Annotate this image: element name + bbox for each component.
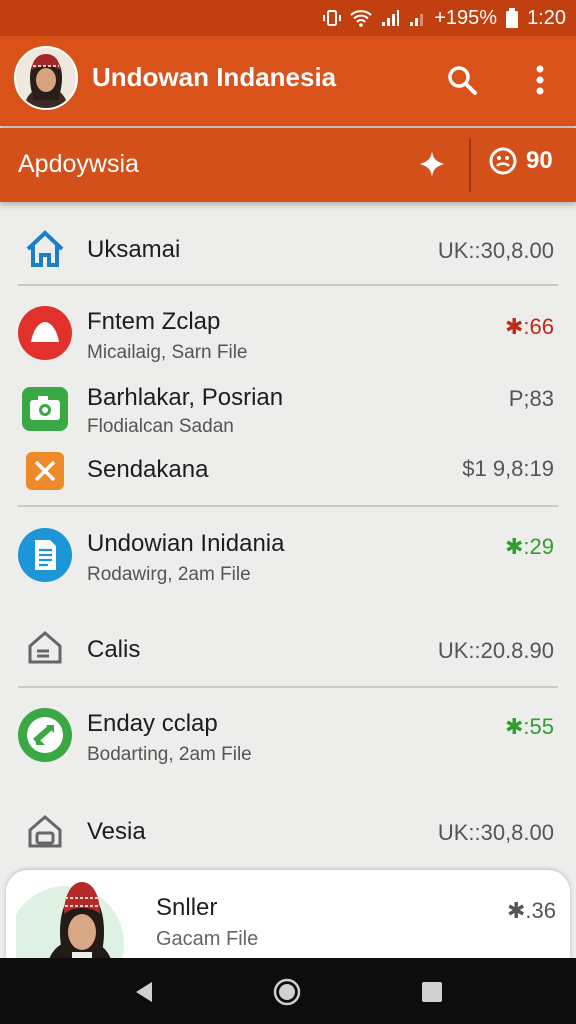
battery-icon (505, 7, 519, 29)
back-button[interactable] (124, 972, 164, 1012)
app-bar: Undowan Indanesia (0, 36, 576, 126)
signal-icon (380, 8, 400, 28)
face-icon (489, 147, 517, 175)
overflow-menu-button[interactable] (518, 58, 562, 102)
divider (18, 686, 558, 688)
back-icon (136, 982, 152, 1002)
item-title: Barhlakar, Posrian (87, 384, 284, 411)
list-item[interactable]: Vesia UK::30,8.00 (0, 804, 576, 860)
house-wallet-icon (18, 804, 72, 858)
item-subtitle: Bodarting, 2am File (87, 744, 252, 765)
house-outline-icon (18, 620, 72, 674)
item-amount: ✱:29 (504, 534, 554, 559)
more-vert-icon (536, 65, 544, 95)
section-title: Apdoywsia (18, 150, 139, 178)
list-item[interactable]: Barhlakar, Posrian Flodialcan Sadan P;83 (0, 380, 576, 442)
home-circle-icon (273, 978, 301, 1006)
item-title: Uksamai (87, 236, 181, 263)
clock: 1:20 (527, 6, 566, 29)
search-icon (448, 66, 477, 95)
item-title: Calis (87, 636, 141, 663)
close-square-icon (18, 444, 72, 498)
item-amount: UK::30,8.00 (437, 238, 554, 263)
list-item[interactable]: Enday cclap Bodarting, 2am File ✱:55 (0, 704, 576, 774)
divider (18, 284, 558, 286)
app-title: Undowan Indanesia (92, 62, 337, 92)
item-title: Fntem Zclap (87, 308, 221, 335)
list-item[interactable]: Calis UK::20.8.90 (0, 620, 576, 676)
item-amount: UK::20.8.90 (437, 638, 554, 663)
sync-icon (18, 708, 72, 762)
item-title: Vesia (87, 818, 146, 845)
card-subtitle: Gacam File (156, 928, 259, 950)
item-amount: $1 9,8:19 (462, 456, 554, 481)
item-title: Undowian Inidania (87, 530, 285, 557)
wifi-icon (350, 8, 372, 28)
recents-button[interactable] (412, 972, 452, 1012)
red-circle-icon (18, 306, 72, 360)
item-subtitle: Flodialcan Sadan (87, 416, 234, 437)
camera-icon (18, 382, 72, 436)
profile-photo (8, 874, 142, 970)
list-item[interactable]: Sendakana $1 9,8:19 (0, 446, 576, 494)
recents-icon (422, 982, 442, 1002)
toolbar-divider (469, 138, 471, 192)
search-button[interactable] (440, 58, 484, 102)
profile-count-button[interactable]: 90 (488, 146, 553, 176)
count-value: 90 (526, 147, 553, 174)
item-subtitle: Rodawirg, 2am File (87, 564, 251, 585)
item-amount: UK::30,8.00 (437, 820, 554, 845)
sparkle-plus-icon (420, 151, 444, 177)
list-item[interactable]: Undowian Inidania Rodawirg, 2am File ✱:2… (0, 522, 576, 592)
list-item[interactable]: Uksamai UK::30,8.00 (0, 218, 576, 282)
item-amount: P;83 (508, 386, 554, 411)
avatar[interactable] (14, 46, 78, 110)
sub-toolbar: Apdoywsia 90 (0, 128, 576, 202)
item-amount: ✱:55 (504, 714, 554, 739)
list-item[interactable]: Fntem Zclap Micailaig, Sarn File ✱:66 (0, 302, 576, 370)
card-title: Snller (156, 894, 218, 921)
vibrate-icon (322, 8, 342, 28)
signal-weak-icon (408, 8, 426, 28)
divider (18, 505, 558, 507)
home-icon (18, 222, 72, 276)
battery-percent: +195% (434, 6, 498, 29)
home-button[interactable] (267, 972, 307, 1012)
item-amount: ✱:66 (504, 314, 554, 339)
system-nav-bar (0, 958, 576, 1024)
document-icon (18, 528, 72, 582)
item-title: Enday cclap (87, 710, 218, 737)
bottom-card[interactable]: Snller Gacam File ✱.36 (6, 870, 570, 970)
status-bar: +195% 1:20 (0, 0, 576, 36)
add-button[interactable] (410, 142, 454, 186)
item-title: Sendakana (87, 456, 209, 483)
card-amount: ✱.36 (506, 898, 556, 923)
item-subtitle: Micailaig, Sarn File (87, 342, 248, 363)
